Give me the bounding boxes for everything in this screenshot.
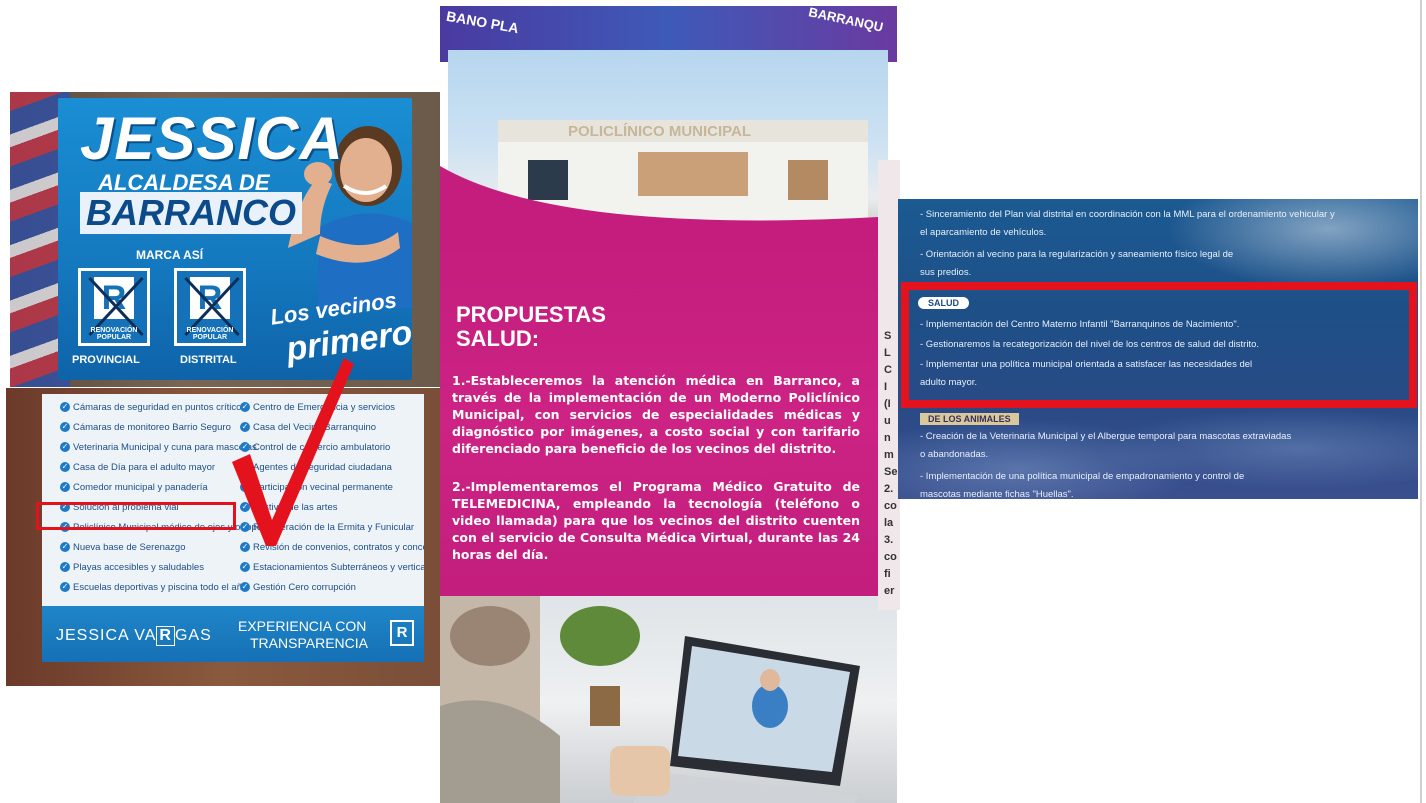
check-icon: ✓ <box>60 582 70 593</box>
flyer-item-right: ✓ Estacionamientos Subterráneos y vertica… <box>240 562 424 573</box>
check-icon: ✓ <box>60 422 70 433</box>
campaign-poster-photo: JESSICA ALCALDESA DE BARRANCO MARCA ASÍ … <box>10 92 442 387</box>
flyer-item-label: Estacionamientos Subterráneos y vertical… <box>253 562 424 573</box>
edge-letter: S <box>884 330 892 342</box>
party-logo-r: R <box>190 277 230 319</box>
flyer-item-label: Nueva base de Serenazgo <box>73 542 186 553</box>
proposals-heading: PROPUESTAS <box>456 302 606 327</box>
vial-line-3: - Orientación al vecino para la regulari… <box>920 249 1234 260</box>
building-sign-text: POLICLÍNICO MUNICIPAL <box>568 123 751 140</box>
check-mark-icon <box>232 358 354 546</box>
health-brochure-photo: BANO PLA BARRANQU POLICLÍNICO MUNICIPAL … <box>440 6 897 803</box>
check-icon: ✓ <box>60 402 70 413</box>
edge-letter: er <box>884 585 895 597</box>
footer-candidate-name: JESSICA VA R GAS <box>56 626 212 646</box>
proposal-paragraph-1: 1.-Estableceremos la atención médica en … <box>452 373 860 456</box>
edge-letter: I <box>884 381 888 393</box>
edge-letter: L <box>884 347 891 359</box>
check-icon: ✓ <box>240 582 250 593</box>
telemedicine-image <box>440 596 860 803</box>
party-logo-r: R <box>94 277 134 319</box>
flyer-item-right: ✓ Gestión Cero corrupción <box>240 582 356 593</box>
health-heading: SALUD: <box>456 326 540 351</box>
edge-letter: n <box>884 432 891 444</box>
edge-letter: Se <box>884 466 898 478</box>
flyer-item-label: Escuelas deportivas y piscina todo el añ… <box>73 582 248 593</box>
footer-name-part: GAS <box>174 627 212 644</box>
check-icon: ✓ <box>240 562 250 573</box>
highlight-box-salud <box>901 282 1417 408</box>
vial-line-1: - Sinceramiento del Plan vial distrital … <box>920 209 1335 220</box>
party-name: RENOVACIÓN POPULAR <box>186 327 234 341</box>
footer-name-r: R <box>156 626 175 646</box>
footer-party-logo: R <box>390 620 414 646</box>
candidate-name: JESSICA <box>80 105 344 172</box>
vial-line-2: el aparcamiento de vehículos. <box>920 227 1047 238</box>
flyer-item-left: ✓ Comedor municipal y panadería <box>60 482 208 493</box>
vial-line-4: sus predios. <box>920 267 972 278</box>
edge-letter: 3. <box>884 534 894 546</box>
edge-letter: (I <box>884 398 891 410</box>
check-icon: ✓ <box>60 482 70 493</box>
edge-letter: co <box>884 551 897 563</box>
ballot-box-distrital: R RENOVACIÓN POPULAR <box>174 268 246 346</box>
flyer-item-left: ✓ Cámaras de monitoreo Barrio Seguro <box>60 422 231 433</box>
page-divider <box>1420 0 1422 803</box>
check-icon: ✓ <box>60 442 70 453</box>
check-icon: ✓ <box>60 462 70 473</box>
animal-item-2: o abandonadas. <box>920 449 989 460</box>
flyer-item-label: Cámaras de monitoreo Barrio Seguro <box>73 422 231 433</box>
animal-item-1: - Creación de la Veterinaria Municipal y… <box>920 431 1292 442</box>
edge-letter: la <box>884 517 894 529</box>
flyer-footer: JESSICA VA R GAS EXPERIENCIA CON TRANSPARE… <box>42 606 424 662</box>
animal-item-3: - Implementación de una política municip… <box>920 471 1245 482</box>
flyer-item-left: ✓ Nueva base de Serenazgo <box>60 542 186 553</box>
campaign-poster: JESSICA ALCALDESA DE BARRANCO MARCA ASÍ … <box>58 98 412 380</box>
footer-tagline-2: TRANSPARENCIA <box>250 635 368 651</box>
flyer-item-label: Casa de Día para el adulto mayor <box>73 462 216 473</box>
flyer-item-label: Playas accesibles y saludables <box>73 562 204 573</box>
edge-letter: fi <box>884 568 891 580</box>
mark-instruction: MARCA ASÍ <box>136 248 204 262</box>
candidate-role-line-2: BARRANCO <box>80 192 302 234</box>
flyer-item-left: ✓ Escuelas deportivas y piscina todo el a… <box>60 582 247 593</box>
highlight-box-policlinico <box>36 502 236 530</box>
footer-name-part: JESSICA VA <box>56 627 157 644</box>
animals-section-label: DE LOS ANIMALES <box>920 413 1019 425</box>
edge-letter: C <box>884 364 892 376</box>
party-name: RENOVACIÓN POPULAR <box>90 327 138 341</box>
check-icon: ✓ <box>60 562 70 573</box>
edge-letter: co <box>884 500 897 512</box>
strip-text-left: BANO PLA <box>445 7 520 37</box>
flyer-item-left: ✓ Playas accesibles y saludables <box>60 562 204 573</box>
flyer-item-label: Comedor municipal y panadería <box>73 482 208 493</box>
telemedicine-photo <box>440 596 897 803</box>
flyer-item-left: ✓ Casa de Día para el adulto mayor <box>60 462 215 473</box>
ballot-box-provincial: R RENOVACIÓN POPULAR <box>78 268 150 346</box>
animal-item-4: mascotas mediante fichas "Huellas". <box>920 489 1074 499</box>
check-icon: ✓ <box>60 542 70 553</box>
flyer-item-label: Gestión Cero corrupción <box>253 582 356 593</box>
edge-letter: 2. <box>884 483 894 495</box>
footer-tagline-1: EXPERIENCIA CON <box>238 618 367 634</box>
edge-letter: m <box>884 449 894 461</box>
proposal-paragraph-2: 2.-Implementaremos el Programa Médico Gr… <box>452 479 860 562</box>
flyer-item-left: ✓ Cámaras de seguridad en puntos críticos <box>60 402 246 413</box>
edge-letter: u <box>884 415 891 427</box>
pink-wave-shape <box>440 166 897 246</box>
ballot-label-provincial: PROVINCIAL <box>72 354 140 366</box>
strip-text-right: BARRANQU <box>807 6 885 35</box>
